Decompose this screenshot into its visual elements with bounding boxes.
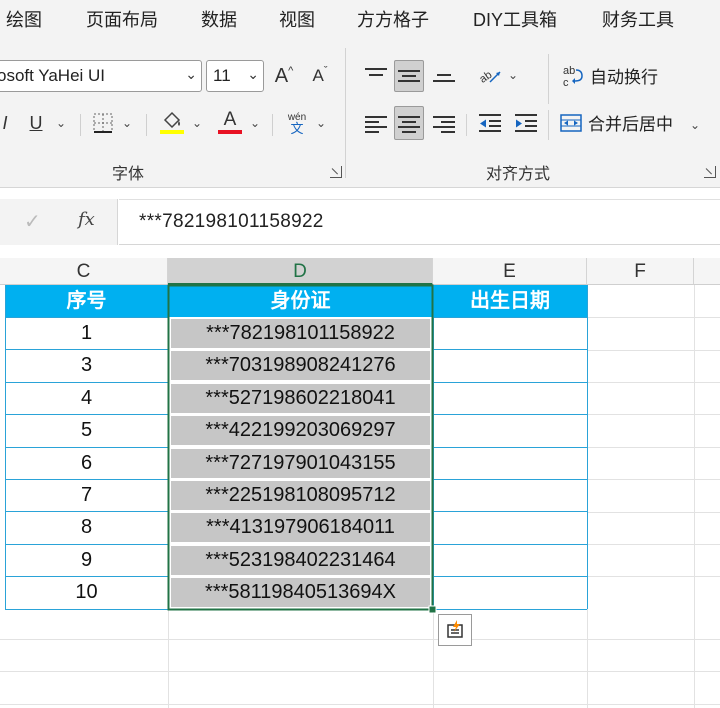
tab-finance-tools[interactable]: 财务工具	[602, 6, 674, 32]
chevron-down-icon: ⌄	[185, 66, 197, 82]
chevron-down-icon: ⌄	[249, 116, 261, 130]
tab-data[interactable]: 数据	[201, 6, 237, 32]
chevron-down-icon: ⌄	[689, 118, 701, 132]
tab-draw[interactable]: 绘图	[6, 6, 42, 32]
grow-font-button[interactable]: A ^	[270, 62, 298, 90]
orientation-dropdown[interactable]: ⌄	[506, 62, 520, 88]
phonetic-dropdown[interactable]: ⌄	[314, 110, 328, 136]
alignment-dialog-launcher-icon[interactable]	[704, 166, 716, 178]
orientation-button[interactable]: ab	[478, 60, 502, 90]
wrap-text-label: 自动换行	[590, 68, 658, 87]
formula-bar-controls: ✓ fx	[0, 199, 118, 245]
chevron-down-icon: ⌄	[315, 116, 327, 130]
fill-color-icon	[163, 111, 181, 129]
italic-icon: I	[2, 112, 8, 133]
border-button[interactable]	[90, 110, 116, 136]
chevron-down-icon: ⌄	[507, 68, 519, 82]
font-color-icon: A	[223, 109, 237, 130]
fill-color-button[interactable]	[158, 106, 186, 138]
quick-analysis-button[interactable]	[438, 614, 472, 646]
tab-page-layout[interactable]: 页面布局	[86, 6, 158, 32]
align-left-icon	[365, 115, 387, 133]
fill-handle[interactable]	[428, 605, 437, 614]
font-color-dropdown[interactable]: ⌄	[248, 110, 262, 136]
decrease-indent-button[interactable]	[476, 108, 504, 138]
font-color-button[interactable]: A	[216, 106, 244, 138]
fill-color-dropdown[interactable]: ⌄	[190, 110, 204, 136]
text-orientation-icon: ab	[478, 69, 501, 86]
align-middle-icon	[398, 68, 420, 84]
quick-analysis-icon	[447, 620, 463, 638]
align-center-icon	[398, 115, 420, 133]
enter-check-icon[interactable]: ✓	[24, 209, 41, 234]
align-right-button[interactable]	[430, 108, 458, 138]
merge-center-icon	[560, 113, 582, 132]
merge-center-button[interactable]: 合并后居中	[560, 110, 673, 135]
increase-indent-button[interactable]	[512, 108, 540, 138]
align-center-button[interactable]	[394, 106, 424, 140]
chevron-down-icon: ⌄	[191, 116, 203, 130]
svg-text:c: c	[563, 77, 569, 88]
underline-icon: U	[29, 112, 43, 133]
align-middle-button[interactable]	[394, 60, 424, 92]
align-top-icon	[365, 67, 387, 83]
selection-border	[167, 284, 434, 611]
wrap-text-icon: ab c	[563, 65, 583, 88]
chevron-down-icon: ⌄	[247, 66, 259, 82]
font-size-value: 11	[213, 66, 231, 85]
border-dropdown[interactable]: ⌄	[120, 110, 134, 136]
ribbon: osoft YaHei UI ⌄ 11 ⌄ A ^ Aˇ I U ⌄ ⌄ ⌄ A…	[0, 38, 720, 188]
align-bottom-icon	[433, 67, 455, 83]
chevron-down-icon: ⌄	[55, 116, 67, 130]
italic-button[interactable]: I	[0, 110, 12, 136]
decrease-indent-icon	[479, 114, 501, 132]
font-size-combo[interactable]: 11 ⌄	[206, 60, 264, 92]
shrink-font-icon: A	[312, 66, 324, 85]
insert-function-icon[interactable]: fx	[78, 209, 95, 230]
shrink-font-button[interactable]: Aˇ	[306, 62, 334, 90]
font-dialog-launcher-icon[interactable]	[330, 166, 342, 178]
svg-text:ab: ab	[563, 65, 575, 77]
font-group-label: 字体	[112, 166, 145, 183]
ribbon-tab-bar: 绘图 页面布局 数据 视图 方方格子 DIY工具箱 财务工具	[0, 0, 720, 38]
grow-font-icon: A	[274, 64, 289, 87]
font-name-value: osoft YaHei UI	[0, 66, 106, 85]
underline-dropdown[interactable]: ⌄	[54, 110, 68, 136]
wrap-text-button[interactable]: ab c 自动换行	[562, 63, 658, 88]
formula-value: ***782198101158922	[139, 211, 324, 232]
underline-button[interactable]: U	[26, 110, 46, 136]
group-separator	[345, 48, 346, 178]
merge-center-dropdown[interactable]: ⌄	[688, 112, 702, 138]
alignment-group-label: 对齐方式	[486, 166, 551, 183]
formula-bar: ✓ fx ***782198101158922	[0, 199, 720, 245]
table-borders	[5, 284, 588, 614]
align-bottom-button[interactable]	[430, 60, 458, 90]
align-top-button[interactable]	[362, 60, 390, 90]
phonetic-button[interactable]: wén 文	[282, 108, 312, 138]
border-icon	[93, 113, 113, 133]
chevron-down-icon: ⌄	[121, 116, 133, 130]
svg-text:ab: ab	[478, 69, 494, 86]
increase-indent-icon	[515, 114, 537, 132]
formula-input[interactable]: ***782198101158922	[119, 199, 720, 245]
tab-view[interactable]: 视图	[279, 6, 315, 32]
tab-diy-toolbox[interactable]: DIY工具箱	[473, 6, 557, 32]
worksheet-grid: C D E F 序号 身份证 出生日期 1 ***782198101158922 3…	[0, 258, 720, 708]
font-name-combo[interactable]: osoft YaHei UI ⌄	[0, 60, 202, 92]
align-right-icon	[433, 115, 455, 133]
align-left-button[interactable]	[362, 108, 390, 138]
merge-center-label: 合并后居中	[588, 115, 673, 134]
tab-fangfanggezi[interactable]: 方方格子	[357, 6, 429, 32]
